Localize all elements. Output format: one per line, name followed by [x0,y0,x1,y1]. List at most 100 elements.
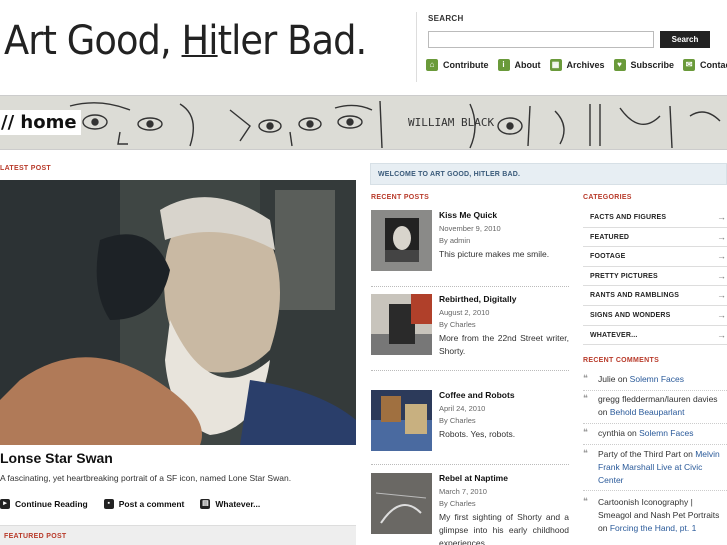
category-item[interactable]: PRETTY PICTURES → [583,267,727,287]
post-date: November 9, 2010 [439,224,501,233]
comment-icon: ❝ [583,393,588,403]
post-title[interactable]: Coffee and Robots [439,390,515,400]
nav-label: Contribute [443,60,489,70]
comment-author: Cartoonish Iconography | Smeagol and Nas… [598,497,720,520]
welcome-banner: WELCOME TO ART GOOD, HITLER BAD. [370,163,727,185]
comment-author: cynthia [598,428,625,438]
nav-archives[interactable]: ▦ Archives [549,59,605,71]
continue-reading-link[interactable]: ▸ Continue Reading [0,499,88,509]
post-thumbnail[interactable] [371,210,432,271]
comment-connector: on [615,374,630,384]
nav-about[interactable]: i About [497,59,541,71]
post-thumbnail[interactable] [371,294,432,355]
nav-contact[interactable]: ✉ Contact [683,59,727,71]
post-divider [371,286,569,287]
site-logo[interactable]: Art Good, Hitler Bad. [4,18,368,64]
comment-icon: ❝ [583,448,588,458]
post-date: August 2, 2010 [439,308,490,317]
nav-subscribe[interactable]: ♥ Subscribe [613,59,675,71]
categories-list: FACTS AND FIGURES → FEATURED → FOOTAGE → PR… [583,208,727,346]
latest-post-photo [0,180,356,445]
category-label: FACTS AND FIGURES [590,214,667,221]
welcome-text: WELCOME TO ART GOOD, HITLER BAD. [378,171,521,178]
post-author: By admin [439,236,471,245]
comment-connector: on [598,407,610,417]
category-label: FEATURED [590,233,630,241]
comment-post-link[interactable]: Solemn Faces [639,428,693,438]
latest-post-title[interactable]: Lonse Star Swan [0,450,113,466]
nav-label: Archives [566,60,605,70]
category-item[interactable]: SIGNS AND WONDERS → [583,306,727,326]
nav-label: About [514,60,541,70]
categories-label: CATEGORIES [583,194,632,201]
search-button[interactable]: Search [660,31,710,48]
post-title[interactable]: Rebirthed, Digitally [439,294,516,304]
post-thumbnail-image [371,390,432,451]
post-title[interactable]: Kiss Me Quick [439,210,497,220]
category-label: SIGNS AND WONDERS [590,311,671,319]
latest-post-excerpt: A fascinating, yet heartbreaking portrai… [0,473,292,483]
post-excerpt: This picture makes me smile. [439,249,550,259]
featured-post-bar: FEATURED POST [0,525,356,545]
category-item[interactable]: FOOTAGE → [583,247,727,267]
post-author: By Charles [439,499,476,508]
comment-divider [583,444,727,445]
post-comment-link[interactable]: ▪ Post a comment [103,499,184,509]
arrow-right-icon: → [717,309,726,320]
post-excerpt: My first sighting of Shorty and a glimps… [439,512,569,545]
post-date: April 24, 2010 [439,404,486,413]
comment-divider [583,390,727,391]
comment-post-link[interactable]: Behold Beauparlant [610,407,685,417]
arrow-right-icon: → [717,290,726,301]
mail-icon: ✉ [683,59,696,71]
header-divider [416,12,417,82]
site-header: Art Good, Hitler Bad. SEARCH Search ⌂ Con… [0,0,727,95]
category-item[interactable]: FACTS AND FIGURES → [583,208,727,228]
category-item[interactable]: RANTS AND RAMBLINGS → [583,286,727,306]
category-item[interactable]: WHATEVER... → [583,326,727,346]
category-label: WHATEVER... [590,331,638,339]
page-title: // home [0,110,81,135]
arrow-right-icon: ▸ [0,499,10,509]
logo-text-underlined: Hi [181,18,219,64]
arrow-right-icon: → [717,251,726,262]
arrow-right-icon: → [717,329,726,340]
arrow-right-icon: → [717,212,726,222]
home-icon: ⌂ [426,59,438,71]
action-label: Continue Reading [15,499,88,509]
comment-post-link[interactable]: Solemn Faces [630,374,684,384]
category-link[interactable]: ▤ Whatever... [200,499,260,509]
post-title[interactable]: Rebel at Naptime [439,473,508,483]
comment-connector: on [681,449,696,459]
arrow-right-icon: → [717,270,726,281]
post-thumbnail[interactable] [371,473,432,534]
nav-contribute[interactable]: ⌂ Contribute [426,59,489,71]
category-label: PRETTY PICTURES [590,272,658,280]
search-label: SEARCH [428,14,464,23]
post-thumbnail-image [371,294,432,355]
comment-author: Julie [598,374,616,384]
latest-post-label: LATEST POST [0,165,52,172]
info-icon: i [497,59,510,71]
comment-icon: ❝ [583,427,588,437]
featured-post-label: FEATURED POST [4,533,67,540]
search-input[interactable] [428,31,654,48]
post-excerpt: More from the 22nd Street writer, Shorty… [439,333,569,356]
nav-label: Contact [700,60,727,70]
header-banner-drawing: WILLIAM BLACK [0,95,727,150]
nav-label: Subscribe [630,60,675,70]
latest-post-image[interactable] [0,180,356,445]
category-label: FOOTAGE [590,253,626,261]
post-date: March 7, 2010 [439,487,487,496]
comment-author: gregg fledderman/lauren davies [598,394,718,404]
comment-connector: on [598,523,610,533]
comment-divider [583,490,727,491]
comment-connector: on [624,428,640,438]
arrow-right-icon: → [717,231,726,242]
category-item[interactable]: FEATURED → [583,228,727,248]
logo-text-part: tler Bad. [217,18,368,64]
comment-icon: ❝ [583,373,588,383]
comment-post-link[interactable]: Forcing the Hand, pt. 1 [610,523,696,533]
category-label: RANTS AND RAMBLINGS [590,292,680,300]
post-thumbnail[interactable] [371,390,432,451]
